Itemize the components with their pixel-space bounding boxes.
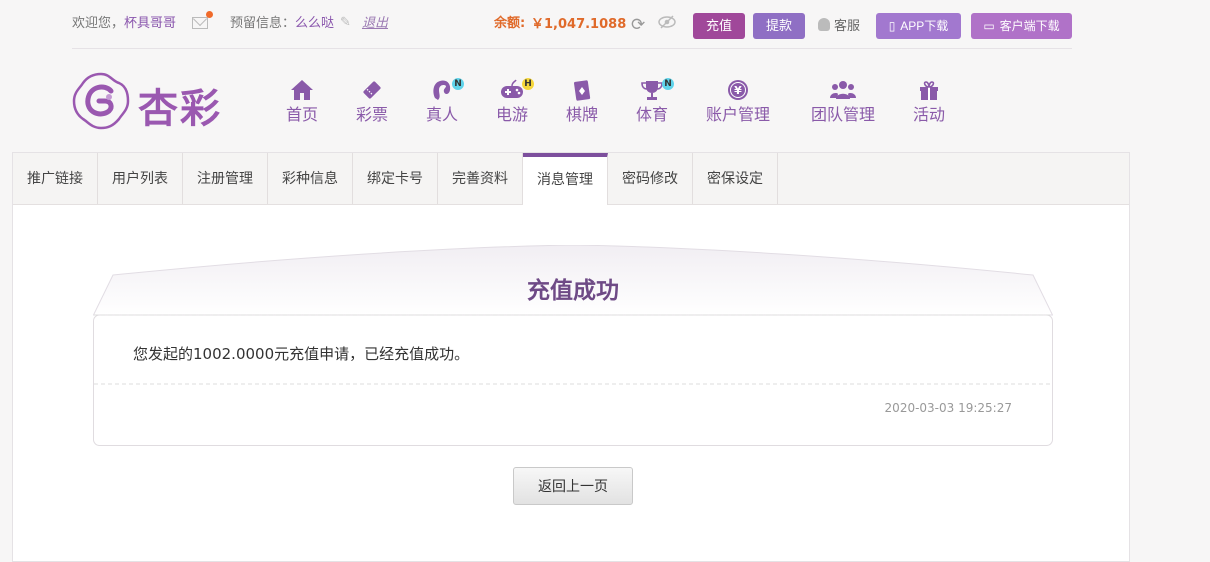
home-icon (291, 80, 313, 100)
cards-icon (574, 80, 591, 101)
brand-name: 杏彩 (138, 85, 222, 132)
nav-live[interactable]: N 真人 (424, 78, 464, 125)
top-bar: 欢迎您，杯具哥哥 预留信息：么么哒 ✎ 退出 余额: ￥1,047.1088 ⟳… (72, 0, 1072, 49)
recharge-button[interactable]: 充值 (693, 13, 745, 39)
tab-message-management[interactable]: 消息管理 (523, 153, 608, 205)
tab-complete-profile[interactable]: 完善资料 (438, 153, 523, 204)
welcome-prefix: 欢迎您， (72, 16, 125, 31)
withdraw-button[interactable]: 提款 (753, 13, 805, 39)
nav-label: 体育 (635, 105, 668, 124)
new-badge: N (452, 78, 464, 90)
unread-dot (206, 11, 213, 18)
balance-value: ￥1,047.1088 (531, 17, 627, 32)
refresh-icon[interactable]: ⟳ (631, 15, 645, 35)
nav-label: 棋牌 (565, 105, 598, 124)
new-badge: N (662, 78, 674, 90)
nav-label: 账户管理 (705, 105, 770, 124)
balance-label: 余额: (494, 16, 526, 31)
site-logo[interactable]: 杏彩 (72, 70, 232, 134)
nav-promotions[interactable]: 活动 (911, 78, 947, 125)
nav-cards[interactable]: 棋牌 (564, 78, 600, 125)
message-body: 您发起的1002.0000元充值申请，已经充值成功。 (133, 345, 470, 363)
app-download-label: APP下载 (900, 19, 949, 33)
tab-user-list[interactable]: 用户列表 (98, 153, 183, 204)
service-icon (818, 18, 830, 31)
gift-icon (920, 81, 938, 100)
nav-label: 彩票 (355, 105, 388, 124)
reserved-message: 预留信息：么么哒 (230, 15, 334, 33)
nav-team[interactable]: 团队管理 (808, 78, 878, 125)
live-dealer-icon (433, 80, 451, 100)
nav-label: 活动 (912, 105, 945, 124)
tab-lottery-info[interactable]: 彩种信息 (268, 153, 353, 204)
back-button[interactable]: 返回上一页 (513, 467, 633, 505)
client-download-label: 客户端下载 (999, 19, 1060, 33)
nav-lottery[interactable]: 彩票 (354, 78, 390, 125)
app-download-button[interactable]: ▯ APP下载 (876, 13, 961, 39)
gamepad-icon (501, 79, 523, 98)
nav-account[interactable]: ¥ 账户管理 (704, 78, 772, 125)
customer-service[interactable]: 客服 (818, 15, 860, 34)
username: 杯具哥哥 (124, 16, 177, 31)
welcome-text: 欢迎您，杯具哥哥 (72, 15, 176, 33)
client-download-button[interactable]: ▭ 客户端下载 (971, 13, 1072, 39)
tab-promo-link[interactable]: 推广链接 (13, 153, 98, 204)
reserved-message-label: 预留信息： (230, 16, 296, 31)
nav-egames[interactable]: H 电游 (494, 78, 534, 125)
monitor-icon: ▭ (983, 19, 995, 33)
sub-tabs: 推广链接 用户列表 注册管理 彩种信息 绑定卡号 完善资料 消息管理 密码修改 … (13, 153, 1129, 205)
phone-icon: ▯ (888, 19, 896, 33)
message-timestamp: 2020-03-03 19:25:27 (884, 401, 1012, 415)
tab-security-settings[interactable]: 密保设定 (693, 153, 778, 204)
message-title: 充值成功 (527, 278, 619, 304)
edit-icon[interactable]: ✎ (340, 15, 351, 30)
logout-link[interactable]: 退出 (362, 15, 388, 33)
hot-badge: H (522, 78, 534, 90)
nav-label: 电游 (495, 105, 528, 124)
nav-label: 真人 (425, 105, 458, 124)
reserved-message-value: 么么哒 (295, 16, 335, 31)
tab-register-management[interactable]: 注册管理 (183, 153, 268, 204)
logo-mark-icon (72, 72, 130, 130)
nav-label: 团队管理 (810, 105, 875, 124)
service-label: 客服 (834, 19, 861, 34)
tab-bind-card[interactable]: 绑定卡号 (353, 153, 438, 204)
nav-sports[interactable]: N 体育 (634, 78, 674, 125)
mail-icon[interactable] (192, 11, 213, 29)
team-icon (830, 81, 856, 99)
eye-hidden-icon[interactable] (658, 15, 676, 33)
yen-coin-icon: ¥ (728, 80, 748, 100)
message-card: 充值成功 您发起的1002.0000元充值申请，已经充值成功。 2020-03-… (93, 245, 1053, 446)
trophy-icon (641, 81, 663, 100)
nav-home[interactable]: 首页 (284, 78, 320, 125)
svg-text:¥: ¥ (734, 84, 742, 97)
lottery-ticket-icon (363, 81, 381, 99)
nav-label: 首页 (285, 105, 318, 124)
tab-change-password[interactable]: 密码修改 (608, 153, 693, 204)
content-panel: 推广链接 用户列表 注册管理 彩种信息 绑定卡号 完善资料 消息管理 密码修改 … (12, 152, 1130, 562)
